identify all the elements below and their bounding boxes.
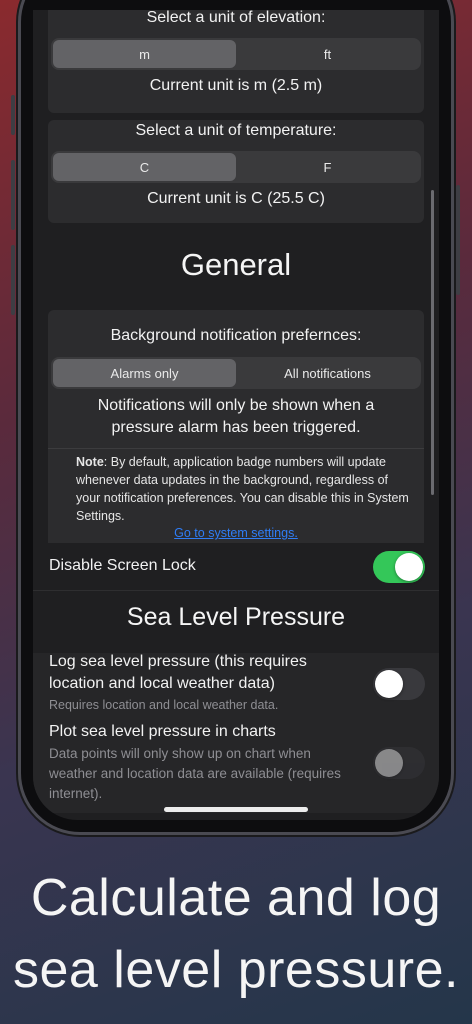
toggle-knob xyxy=(395,553,423,581)
home-indicator[interactable] xyxy=(164,807,308,812)
note-label: Note xyxy=(76,455,104,469)
screen-lock-toggle[interactable] xyxy=(373,551,425,583)
elevation-segmented-control[interactable]: m ft xyxy=(51,38,421,70)
elevation-option-m[interactable]: m xyxy=(53,40,236,68)
notification-divider xyxy=(48,448,424,449)
notification-card: Background notification prefernces: Alar… xyxy=(48,310,424,543)
system-settings-link[interactable]: Go to system settings. xyxy=(48,526,424,540)
elevation-card: Select a unit of elevation: m ft Current… xyxy=(48,10,424,113)
general-header: General xyxy=(180,247,292,282)
log-sea-level-hint: Requires location and local weather data… xyxy=(49,698,279,712)
toggle-knob xyxy=(375,749,403,777)
temperature-current-unit: Current unit is C (25.5 C) xyxy=(147,190,325,207)
temperature-segmented-control[interactable]: C F xyxy=(51,151,421,183)
notification-message: Notifications will only be shown when a … xyxy=(97,397,375,436)
temperature-option-f[interactable]: F xyxy=(236,153,419,181)
log-sea-level-label: Log sea level pressure (this requires lo… xyxy=(49,653,307,692)
screen-lock-label: Disable Screen Lock xyxy=(49,557,196,574)
plot-sea-level-hint: Data points will only show up on chart w… xyxy=(49,746,341,801)
volume-down-button xyxy=(11,245,15,315)
note-text: : By default, application badge numbers … xyxy=(76,455,409,523)
toggle-knob xyxy=(375,670,403,698)
elevation-title: Select a unit of elevation: xyxy=(146,10,326,26)
temperature-card: Select a unit of temperature: C F Curren… xyxy=(48,120,424,223)
notification-segmented-control[interactable]: Alarms only All notifications xyxy=(51,357,421,389)
settings-screen: Select a unit of elevation: m ft Current… xyxy=(33,10,439,820)
sea-level-header: Sea Level Pressure xyxy=(126,603,346,631)
temperature-option-c[interactable]: C xyxy=(53,153,236,181)
section-divider xyxy=(33,590,439,591)
scrollbar[interactable] xyxy=(431,190,434,495)
plot-sea-level-toggle[interactable] xyxy=(373,747,425,779)
mute-switch xyxy=(11,95,15,135)
notification-title: Background notification prefernces: xyxy=(110,327,362,344)
plot-sea-level-label: Plot sea level pressure in charts xyxy=(49,723,276,740)
volume-up-button xyxy=(11,160,15,230)
temperature-title: Select a unit of temperature: xyxy=(135,122,337,139)
promo-caption: Calculate and log sea level pressure. xyxy=(13,869,459,999)
elevation-current-unit: Current unit is m (2.5 m) xyxy=(149,77,323,94)
log-sea-level-toggle[interactable] xyxy=(373,668,425,700)
badge-note: Note: By default, application badge numb… xyxy=(76,453,411,525)
notification-option-alarms-only[interactable]: Alarms only xyxy=(53,359,236,387)
elevation-option-ft[interactable]: ft xyxy=(236,40,419,68)
notification-option-all[interactable]: All notifications xyxy=(236,359,419,387)
side-button xyxy=(456,185,460,295)
